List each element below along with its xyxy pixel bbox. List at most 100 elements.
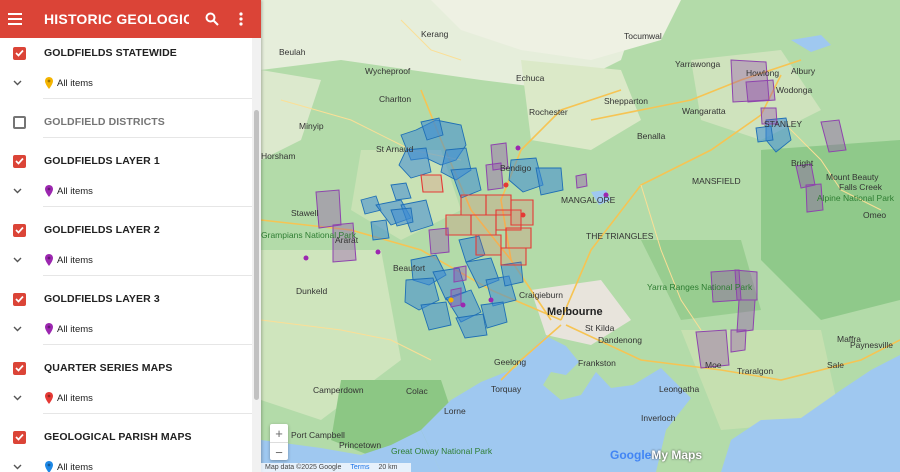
map-pin-icon: [45, 254, 53, 266]
chevron-down-icon[interactable]: [13, 188, 25, 194]
layer-items-row[interactable]: All items: [0, 452, 261, 472]
place-label: Traralgon: [737, 366, 774, 376]
place-label: Ararat: [335, 235, 359, 245]
map-data-text: Map data ©2025 Google: [265, 464, 342, 471]
layer-checkbox[interactable]: [13, 46, 26, 60]
layer-6: GEOLOGICAL PARISH MAPS All items: [0, 422, 261, 472]
google-wordmark: Google: [610, 448, 652, 462]
map-header: HISTORIC GEOLOGICAL ...: [0, 0, 261, 38]
place-label: Moe: [705, 360, 722, 370]
layer-items-row[interactable]: All items: [0, 245, 261, 275]
place-label: Falls Creek: [839, 182, 882, 192]
place-label: Torquay: [491, 384, 522, 394]
layer-header[interactable]: QUARTER SERIES MAPS: [0, 353, 261, 383]
zoom-in-button[interactable]: +: [270, 424, 288, 442]
chevron-down-icon[interactable]: [13, 326, 25, 332]
terms-link[interactable]: Terms: [350, 464, 369, 471]
layer-checkbox[interactable]: [13, 115, 26, 129]
my-maps-logo: Google My Maps: [610, 448, 702, 462]
layer-name: QUARTER SERIES MAPS: [44, 362, 173, 374]
place-label: Port Campbell: [291, 430, 345, 440]
layer-header[interactable]: GOLDFIELDS STATEWIDE: [0, 38, 261, 68]
layer-checkbox[interactable]: [13, 430, 26, 444]
place-label: STANLEY: [764, 119, 803, 129]
place-label: Paynesville: [850, 340, 893, 350]
layer-name: GEOLOGICAL PARISH MAPS: [44, 431, 192, 443]
place-label: Yarra Ranges National Park: [647, 282, 753, 292]
place-label: Yarrawonga: [675, 59, 721, 69]
layer-name: GOLDFIELDS LAYER 3: [44, 293, 160, 305]
place-label: Omeo: [863, 210, 887, 220]
place-label: Princetown: [339, 440, 382, 450]
layer-header[interactable]: GOLDFIELD DISTRICTS: [0, 107, 261, 137]
place-label: Beulah: [279, 47, 306, 57]
layers-panel: HISTORIC GEOLOGICAL ... GOLDFIELDS STATE…: [0, 0, 261, 472]
scale-bar[interactable]: 20 km: [378, 464, 397, 471]
map-title: HISTORIC GEOLOGICAL ...: [44, 11, 189, 27]
layer-checkbox[interactable]: [13, 154, 26, 168]
zoom-out-button[interactable]: −: [270, 442, 288, 461]
layer-5: QUARTER SERIES MAPS All items: [0, 353, 261, 414]
place-label: Dunkeld: [296, 286, 328, 296]
map-pin-icon: [45, 461, 53, 472]
layer-divider: [43, 137, 261, 138]
map-pin-icon: [45, 185, 53, 197]
layer-header[interactable]: GOLDFIELDS LAYER 1: [0, 146, 261, 176]
all-items-label: All items: [57, 185, 93, 197]
layer-name: GOLDFIELDS STATEWIDE: [44, 47, 177, 59]
place-label: Frankston: [578, 358, 616, 368]
layer-checkbox[interactable]: [13, 292, 26, 306]
my-maps-wordmark: My Maps: [651, 448, 703, 462]
layer-divider: [43, 275, 261, 276]
place-label: Colac: [406, 386, 428, 396]
zoom-controls: + −: [270, 424, 288, 460]
menu-icon[interactable]: [0, 0, 30, 38]
chevron-down-icon[interactable]: [13, 464, 25, 470]
place-label: St Kilda: [585, 323, 615, 333]
all-items-label: All items: [57, 77, 93, 89]
place-label: Dandenong: [598, 335, 642, 345]
place-label: Sale: [827, 360, 845, 370]
layer-header[interactable]: GOLDFIELDS LAYER 2: [0, 215, 261, 245]
place-label: Alpine National Park: [817, 193, 895, 203]
all-items-label: All items: [57, 254, 93, 266]
all-items-label: All items: [57, 461, 93, 472]
layer-name: GOLDFIELDS LAYER 2: [44, 224, 160, 236]
layer-divider: [43, 344, 261, 345]
layer-name: GOLDFIELDS LAYER 1: [44, 155, 160, 167]
place-label: Melbourne: [547, 306, 603, 318]
layer-3: GOLDFIELDS LAYER 2 All items: [0, 215, 261, 276]
layer-items-row[interactable]: All items: [0, 314, 261, 344]
map-pin-icon: [45, 323, 53, 335]
layer-header[interactable]: GOLDFIELDS LAYER 3: [0, 284, 261, 314]
layer-list: GOLDFIELDS STATEWIDE All items GOLDFIELD D…: [0, 38, 261, 472]
layer-4: GOLDFIELDS LAYER 3 All items: [0, 284, 261, 345]
layer-name: GOLDFIELD DISTRICTS: [44, 116, 165, 128]
place-label: Shepparton: [604, 96, 648, 106]
layer-items-row[interactable]: All items: [0, 176, 261, 206]
chevron-down-icon[interactable]: [13, 395, 25, 401]
layer-items-row[interactable]: All items: [0, 68, 261, 98]
chevron-down-icon[interactable]: [13, 80, 25, 86]
search-icon[interactable]: [197, 0, 227, 38]
place-label: MANGALORE: [561, 195, 616, 205]
layer-header[interactable]: GEOLOGICAL PARISH MAPS: [0, 422, 261, 452]
place-label: Bright: [791, 158, 814, 168]
layer-items-row[interactable]: All items: [0, 383, 261, 413]
place-label: Horsham: [261, 151, 296, 161]
place-label: Geelong: [494, 357, 527, 367]
place-label: Kerang: [421, 29, 449, 39]
map-pin-icon: [45, 77, 53, 89]
place-label: Tocumwal: [624, 31, 662, 41]
place-label: Lorne: [444, 406, 466, 416]
place-label: Wycheproof: [365, 66, 411, 76]
place-label: Wodonga: [776, 85, 813, 95]
layer-checkbox[interactable]: [13, 223, 26, 237]
scrollbar-thumb[interactable]: [254, 110, 259, 400]
place-label: St Arnaud: [376, 144, 414, 154]
place-label: Great Otway National Park: [391, 446, 493, 456]
chevron-down-icon[interactable]: [13, 257, 25, 263]
more-vert-icon[interactable]: [226, 0, 256, 38]
layer-checkbox[interactable]: [13, 361, 26, 375]
map-canvas[interactable]: Beulah Wycheproof Kerang Charlton Minyip…: [261, 0, 900, 472]
